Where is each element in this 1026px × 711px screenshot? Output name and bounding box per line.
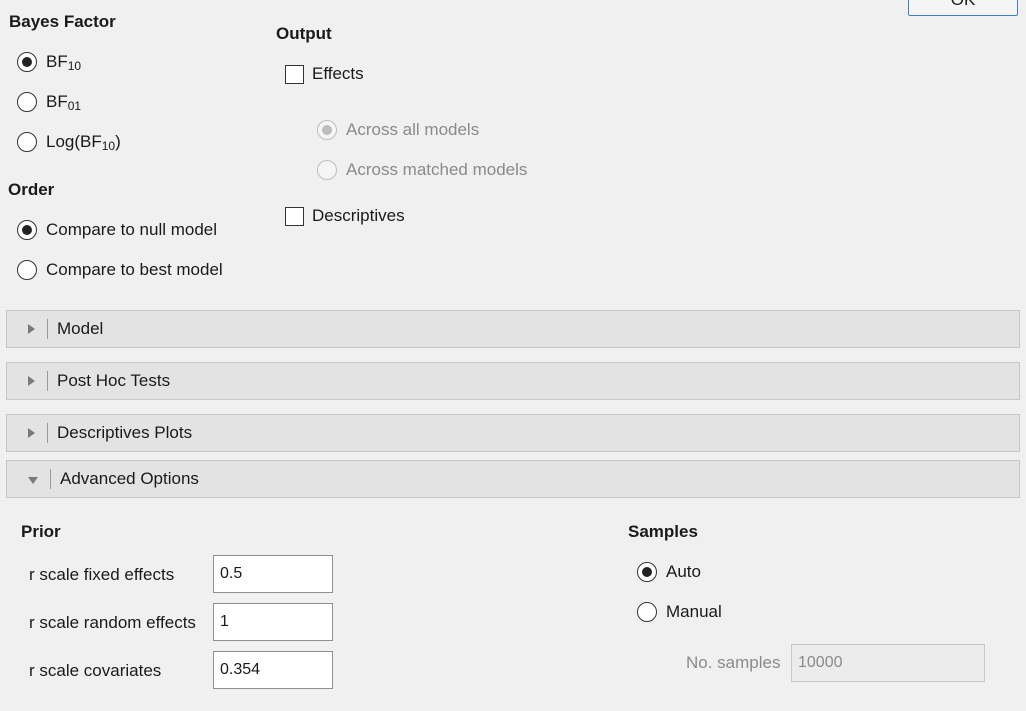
- divider: [50, 469, 51, 489]
- radio-bf10-indicator[interactable]: [17, 52, 37, 72]
- radio-samples-auto[interactable]: Auto: [637, 560, 701, 584]
- panel-post-hoc-tests[interactable]: Post Hoc Tests: [6, 362, 1020, 400]
- radio-compare-null-label: Compare to null model: [46, 220, 218, 239]
- checkbox-effects-label: Effects: [312, 64, 364, 83]
- panel-advanced-options-title: Advanced Options: [60, 469, 199, 488]
- radio-across-matched-models: Across matched models: [317, 158, 527, 182]
- radio-compare-best-indicator[interactable]: [17, 260, 37, 280]
- order-title: Order: [8, 180, 55, 199]
- panel-post-hoc-tests-title: Post Hoc Tests: [57, 371, 171, 390]
- expand-arrow-icon: [28, 428, 35, 438]
- checkbox-descriptives[interactable]: Descriptives: [285, 204, 405, 228]
- radio-across-matched-models-label: Across matched models: [346, 160, 528, 179]
- radio-bf10-label: BF10: [46, 52, 82, 73]
- radio-across-all-models-indicator: [317, 120, 337, 140]
- collapse-arrow-icon: [28, 476, 38, 484]
- r-scale-random-input[interactable]: 1: [213, 603, 333, 641]
- r-scale-random-label: r scale random effects: [29, 613, 196, 632]
- radio-samples-manual-label: Manual: [666, 602, 722, 621]
- radio-compare-null-indicator[interactable]: [17, 220, 37, 240]
- prior-title: Prior: [21, 522, 61, 541]
- radio-across-matched-models-indicator: [317, 160, 337, 180]
- output-title: Output: [276, 24, 332, 43]
- radio-bf01-indicator[interactable]: [17, 92, 37, 112]
- checkbox-descriptives-box[interactable]: [285, 206, 304, 226]
- radio-bf01-label: BF01: [46, 92, 82, 113]
- r-scale-covariates-input[interactable]: 0.354: [213, 651, 333, 689]
- checkbox-effects[interactable]: Effects: [285, 62, 364, 86]
- bayes-factor-title: Bayes Factor: [9, 12, 116, 31]
- radio-log-bf10-indicator[interactable]: [17, 132, 37, 152]
- radio-log-bf10-label: Log(BF10): [46, 132, 121, 153]
- panel-advanced-options[interactable]: Advanced Options: [6, 460, 1020, 498]
- divider: [47, 319, 48, 339]
- radio-samples-auto-label: Auto: [666, 562, 701, 581]
- panel-descriptives-plots-title: Descriptives Plots: [57, 423, 193, 442]
- radio-log-bf10[interactable]: Log(BF10): [17, 130, 121, 154]
- radio-compare-null[interactable]: Compare to null model: [17, 218, 217, 242]
- r-scale-covariates-label: r scale covariates: [29, 661, 162, 680]
- panel-model-title: Model: [57, 319, 104, 338]
- r-scale-fixed-label: r scale fixed effects: [29, 565, 175, 584]
- radio-across-all-models-label: Across all models: [346, 120, 480, 139]
- panel-model[interactable]: Model: [6, 310, 1020, 348]
- divider: [47, 371, 48, 391]
- radio-across-all-models: Across all models: [317, 118, 479, 142]
- radio-bf10[interactable]: BF10: [17, 50, 81, 74]
- checkbox-effects-box[interactable]: [285, 64, 304, 84]
- radio-compare-best-label: Compare to best model: [46, 260, 223, 279]
- no-samples-input: 10000: [791, 644, 985, 682]
- radio-samples-manual[interactable]: Manual: [637, 600, 722, 624]
- radio-bf01[interactable]: BF01: [17, 90, 81, 114]
- radio-compare-best[interactable]: Compare to best model: [17, 258, 223, 282]
- expand-arrow-icon: [28, 324, 35, 334]
- r-scale-fixed-input[interactable]: 0.5: [213, 555, 333, 593]
- divider: [47, 423, 48, 443]
- radio-samples-auto-indicator[interactable]: [637, 562, 657, 582]
- no-samples-label: No. samples: [686, 653, 781, 672]
- checkbox-descriptives-label: Descriptives: [312, 206, 405, 225]
- ok-button[interactable]: OK: [908, 0, 1018, 16]
- samples-title: Samples: [628, 522, 698, 541]
- radio-samples-manual-indicator[interactable]: [637, 602, 657, 622]
- expand-arrow-icon: [28, 376, 35, 386]
- panel-descriptives-plots[interactable]: Descriptives Plots: [6, 414, 1020, 452]
